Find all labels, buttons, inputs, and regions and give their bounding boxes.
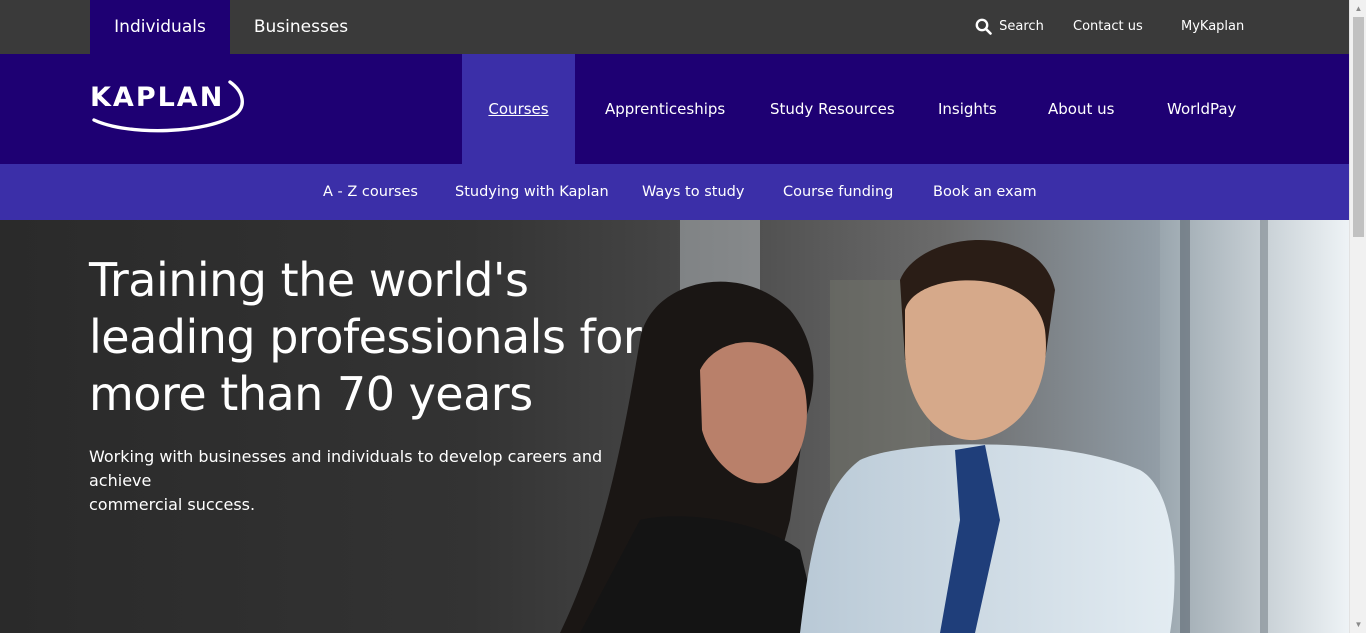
page-scrollbar[interactable]: ▲ ▼ [1349, 0, 1366, 633]
tab-businesses[interactable]: Businesses [230, 0, 372, 54]
subnav-studying-with-kaplan[interactable]: Studying with Kaplan [455, 164, 609, 220]
sub-navigation: A - Z courses Studying with Kaplan Ways … [0, 164, 1349, 220]
subnav-ways-to-study[interactable]: Ways to study [642, 164, 744, 220]
nav-insights[interactable]: Insights [938, 54, 997, 164]
hero-subtitle-line: Working with businesses and individuals … [89, 447, 603, 490]
nav-courses[interactable]: Courses [462, 54, 575, 164]
tab-individuals[interactable]: Individuals [90, 0, 230, 54]
scrollbar-thumb[interactable] [1353, 17, 1364, 237]
hero-subtitle-line: commercial success. [89, 495, 256, 514]
search-icon [975, 18, 992, 35]
main-navigation: KAPLAN Courses Apprenticeships Study Res… [0, 54, 1349, 164]
nav-apprenticeships[interactable]: Apprenticeships [605, 54, 725, 164]
logo-swoosh-icon [92, 80, 244, 133]
nav-about-us[interactable]: About us [1048, 54, 1114, 164]
search-button[interactable]: Search [975, 0, 1044, 54]
hero-title: Training the world's leading professiona… [89, 252, 689, 423]
hero-subtitle: Working with businesses and individuals … [89, 445, 649, 517]
subnav-book-an-exam[interactable]: Book an exam [933, 164, 1037, 220]
hero-title-line: more than 70 years [89, 367, 533, 421]
hero-banner: Training the world's leading professiona… [0, 220, 1349, 633]
hero-title-line: leading professionals for [89, 310, 642, 364]
search-label: Search [999, 19, 1044, 34]
hero-title-line: Training the world's [89, 253, 529, 307]
scroll-up-arrow-icon[interactable]: ▲ [1350, 0, 1366, 17]
nav-worldpay[interactable]: WorldPay [1167, 54, 1236, 164]
contact-us-link[interactable]: Contact us [1073, 0, 1143, 54]
scroll-down-arrow-icon[interactable]: ▼ [1350, 616, 1366, 633]
top-utility-bar: Individuals Businesses Search Contact us… [0, 0, 1349, 54]
subnav-course-funding[interactable]: Course funding [783, 164, 893, 220]
subnav-a-z-courses[interactable]: A - Z courses [323, 164, 418, 220]
nav-study-resources[interactable]: Study Resources [770, 54, 895, 164]
mykaplan-link[interactable]: MyKaplan [1181, 0, 1244, 54]
kaplan-logo[interactable]: KAPLAN [90, 74, 245, 134]
nav-courses-label: Courses [488, 100, 549, 118]
